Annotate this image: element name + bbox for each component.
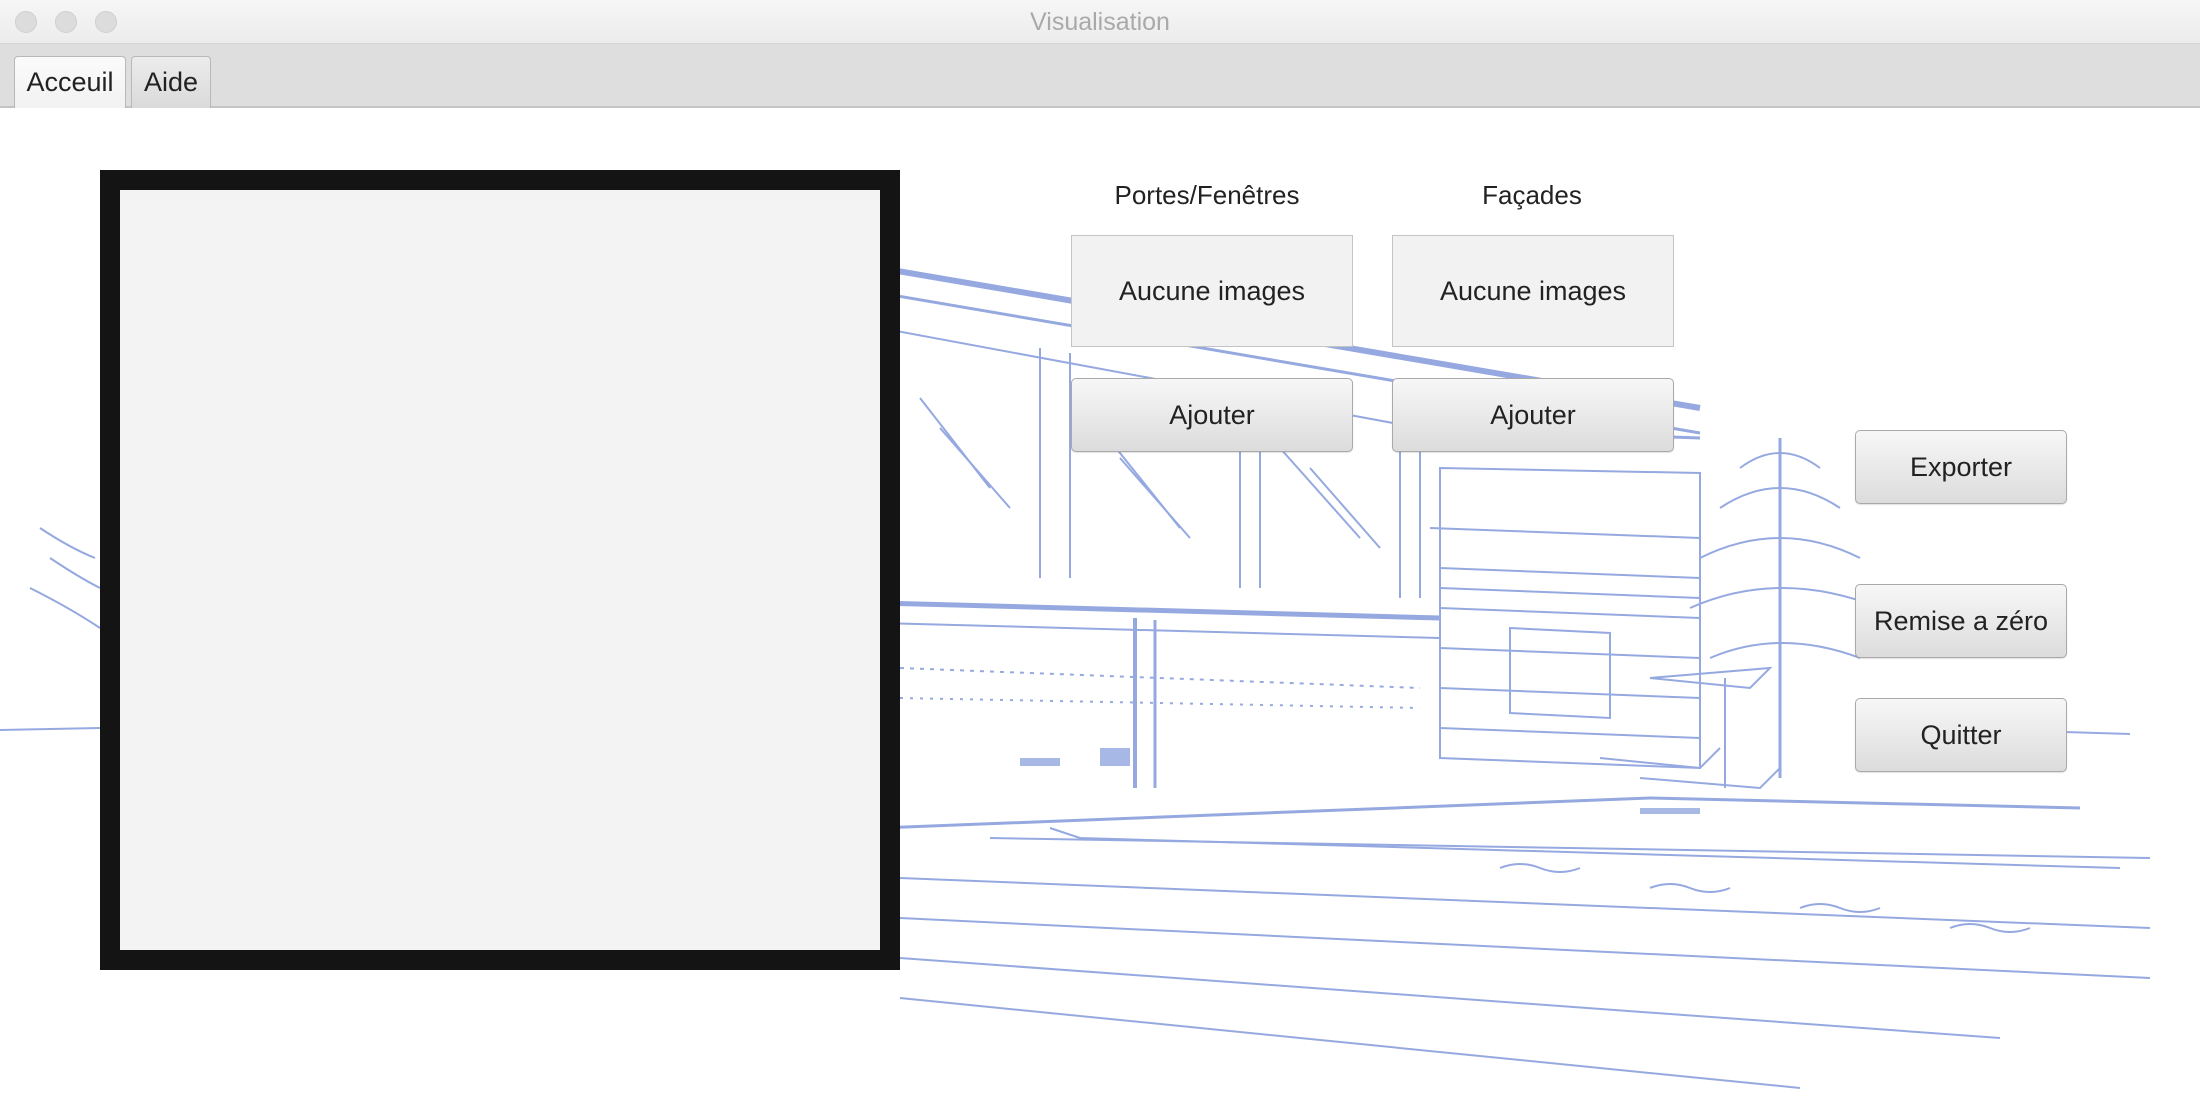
tab-bar: Acceuil Aide xyxy=(0,44,2200,108)
add-facades-button[interactable]: Ajouter xyxy=(1392,378,1674,452)
tab-aide[interactable]: Aide xyxy=(131,56,211,108)
tab-acceuil[interactable]: Acceuil xyxy=(14,56,126,108)
portes-fenetres-image-box: Aucune images xyxy=(1071,235,1353,347)
add-portes-fenetres-button[interactable]: Ajouter xyxy=(1071,378,1353,452)
preview-frame xyxy=(100,170,900,970)
reset-button[interactable]: Remise a zéro xyxy=(1855,584,2067,658)
export-button[interactable]: Exporter xyxy=(1855,430,2067,504)
preview-canvas xyxy=(120,190,880,950)
facades-label: Façades xyxy=(1482,180,1582,210)
portes-fenetres-label: Portes/Fenêtres xyxy=(1114,180,1300,210)
window-titlebar: Visualisation xyxy=(0,0,2200,44)
quit-button[interactable]: Quitter xyxy=(1855,698,2067,772)
window-title: Visualisation xyxy=(1030,8,1170,36)
facades-image-box: Aucune images xyxy=(1392,235,1674,347)
main-content: Portes/Fenêtres Façades Aucune images Au… xyxy=(0,108,2200,1100)
